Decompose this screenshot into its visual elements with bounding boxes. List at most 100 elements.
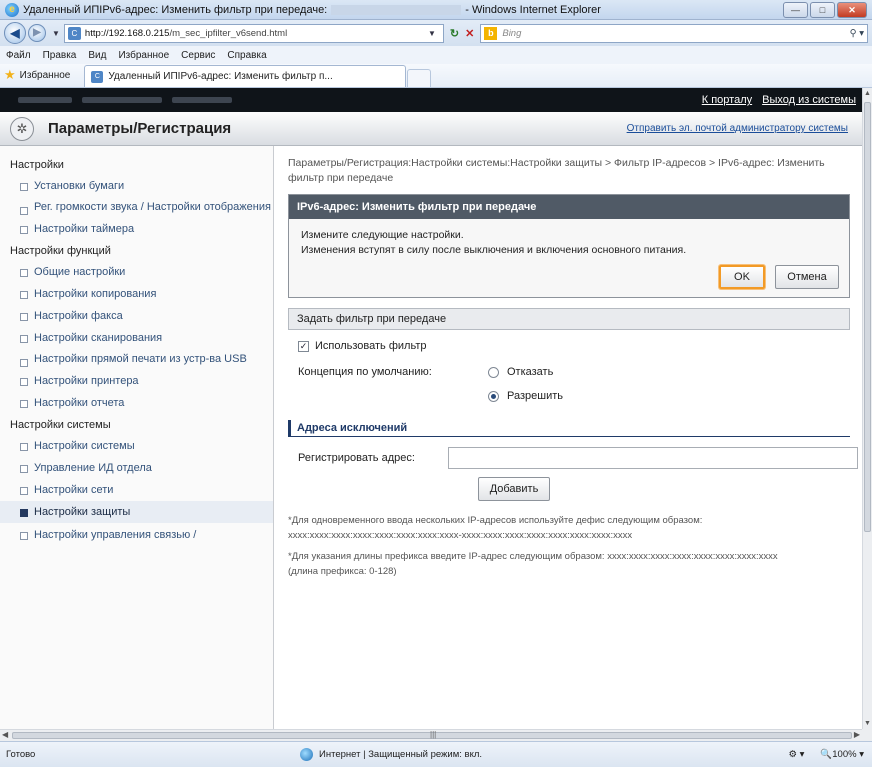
bullet-icon (20, 509, 28, 517)
ok-button[interactable]: OK (719, 265, 765, 289)
scroll-grip-icon: ||| (430, 730, 437, 739)
sidebar-group-system: Настройки системы (10, 419, 111, 431)
dialog-message-2: Изменения вступят в силу после выключени… (301, 244, 687, 256)
bullet-icon (20, 226, 28, 234)
vertical-scrollbar[interactable]: ▲ ▼ (862, 88, 872, 729)
page-favicon-icon: C (67, 26, 81, 40)
page-title: Параметры/Регистрация (48, 120, 232, 137)
scroll-right-icon[interactable]: ▶ (854, 730, 860, 739)
top-nav-bar: К порталу Выход из системы (0, 88, 862, 112)
bullet-icon (20, 313, 28, 321)
sidebar-item-comm-mgmt[interactable]: Настройки управления связью / (0, 523, 273, 546)
sidebar-group-functions: Настройки функций (10, 245, 111, 257)
sidebar-item-general[interactable]: Общие настройки (0, 261, 273, 283)
sidebar-item-scan[interactable]: Настройки сканирования (0, 327, 273, 349)
bullet-icon (20, 291, 28, 299)
bullet-icon (20, 183, 28, 191)
bullet-icon (20, 269, 28, 277)
zoom-control[interactable]: 🔍100% ▾ (820, 749, 864, 760)
sidebar-item-report[interactable]: Настройки отчета (0, 392, 273, 414)
sidebar-item-volume[interactable]: Рег. громкости звука / Настройки отображ… (0, 197, 273, 218)
refresh-icon[interactable]: ↻ (450, 27, 459, 40)
bullet-icon (20, 443, 28, 451)
search-input[interactable]: b Bing ⚲ ▾ (480, 23, 868, 43)
scroll-up-icon[interactable]: ▲ (863, 90, 872, 97)
bullet-icon (20, 207, 28, 215)
menu-file[interactable]: Файл (6, 50, 31, 61)
sidebar-item-printer[interactable]: Настройки принтера (0, 370, 273, 392)
sidebar-item-security[interactable]: Настройки защиты (0, 501, 273, 523)
ie-logo-icon: e (5, 2, 19, 17)
redacted-text (0, 97, 232, 103)
url-dropdown-icon[interactable]: ▼ (428, 29, 436, 38)
menu-favorites[interactable]: Избранное (118, 50, 169, 61)
sidebar-item-copy[interactable]: Настройки копирования (0, 283, 273, 305)
status-text: Готово (6, 749, 36, 760)
menu-help[interactable]: Справка (227, 50, 266, 61)
minimize-button[interactable]: — (783, 1, 808, 18)
sidebar-item-paper[interactable]: Установки бумаги (0, 175, 273, 197)
sidebar-item-system[interactable]: Настройки системы (0, 435, 273, 457)
menu-tools[interactable]: Сервис (181, 50, 215, 61)
tab-favicon-icon: C (91, 70, 104, 83)
bullet-icon (20, 487, 28, 495)
dialog-message-1: Измените следующие настройки. (301, 229, 464, 241)
favorites-button[interactable]: ★ Избранное (4, 65, 84, 85)
address-bar: ◀ ▶ ▼ C http://192.168.0.215/m_sec_ipfil… (0, 20, 872, 46)
vertical-scroll-thumb[interactable] (864, 102, 871, 532)
bullet-icon (20, 465, 28, 473)
scroll-left-icon[interactable]: ◀ (2, 730, 8, 739)
url-input[interactable]: C http://192.168.0.215/m_sec_ipfilter_v6… (63, 23, 444, 43)
register-address-input[interactable] (448, 447, 858, 469)
sidebar-item-timer[interactable]: Настройки таймера (0, 218, 273, 240)
new-tab-button[interactable] (407, 69, 432, 87)
bullet-icon (20, 378, 28, 386)
horizontal-scrollbar[interactable]: ◀ ||| ▶ (0, 729, 862, 741)
add-button[interactable]: Добавить (478, 477, 550, 501)
globe-icon (300, 748, 313, 761)
search-icon[interactable]: ⚲ ▾ (850, 28, 864, 39)
sidebar-item-usb-print[interactable]: Настройки прямой печати из устр-ва USB (0, 349, 273, 370)
maximize-button[interactable]: □ (810, 1, 835, 18)
protected-mode-icon[interactable]: ⚙ ▾ (788, 749, 804, 760)
logout-link[interactable]: Выход из системы (762, 94, 856, 106)
bing-icon: b (484, 26, 498, 40)
sidebar-item-fax[interactable]: Настройки факса (0, 305, 273, 327)
stop-icon[interactable]: ✕ (465, 27, 474, 40)
confirm-dialog: IPv6-адрес: Изменить фильтр при передаче… (288, 194, 850, 298)
back-button[interactable]: ◀ (4, 22, 26, 44)
browser-tab[interactable]: C Удаленный ИПIPv6-адрес: Изменить фильт… (84, 65, 407, 87)
portal-link[interactable]: К порталу (702, 94, 752, 106)
history-dropdown-icon[interactable]: ▼ (52, 29, 60, 38)
dialog-title: IPv6-адрес: Изменить фильтр при передаче (289, 195, 849, 219)
menu-edit[interactable]: Правка (43, 50, 77, 61)
sidebar: Настройки Установки бумаги Рег. громкост… (0, 146, 274, 729)
page-header: ✲ Параметры/Регистрация Отправить эл. по… (0, 112, 862, 146)
scroll-down-icon[interactable]: ▼ (863, 720, 872, 727)
note-range: *Для одновременного ввода нескольких IP-… (288, 515, 703, 541)
use-filter-checkbox[interactable]: ✓ (298, 340, 309, 352)
settings-registration-icon: ✲ (10, 116, 34, 141)
window-titlebar: e Удаленный ИПIPv6-адрес: Изменить фильт… (0, 0, 872, 20)
breadcrumb: Параметры/Регистрация:Настройки системы:… (288, 157, 825, 184)
close-button[interactable]: ✕ (837, 1, 867, 18)
note-prefix: *Для указания длины префикса введите IP-… (288, 551, 778, 577)
sidebar-item-network[interactable]: Настройки сети (0, 479, 273, 501)
cancel-button[interactable]: Отмена (775, 265, 839, 289)
security-zone[interactable]: Интернет | Защищенный режим: вкл. (300, 748, 640, 761)
sidebar-group-settings: Настройки (10, 159, 64, 171)
deny-label: Отказать (507, 366, 554, 378)
section-send-filter: Задать фильтр при передаче (288, 308, 850, 330)
mail-admin-link[interactable]: Отправить эл. почтой администратору сист… (627, 123, 848, 134)
sidebar-item-dept-id[interactable]: Управление ИД отдела (0, 457, 273, 479)
page-content: К порталу Выход из системы ✲ Параметры/Р… (0, 88, 862, 729)
deny-radio[interactable] (488, 366, 499, 378)
allow-label: Разрешить (507, 390, 563, 402)
bullet-icon (20, 335, 28, 343)
status-bar: Готово Интернет | Защищенный режим: вкл.… (0, 741, 872, 767)
forward-button[interactable]: ▶ (28, 24, 46, 42)
allow-radio[interactable] (488, 390, 499, 402)
menu-view[interactable]: Вид (88, 50, 106, 61)
use-filter-label: Использовать фильтр (315, 340, 427, 352)
window-title: Удаленный ИПIPv6-адрес: Изменить фильтр … (23, 3, 601, 16)
